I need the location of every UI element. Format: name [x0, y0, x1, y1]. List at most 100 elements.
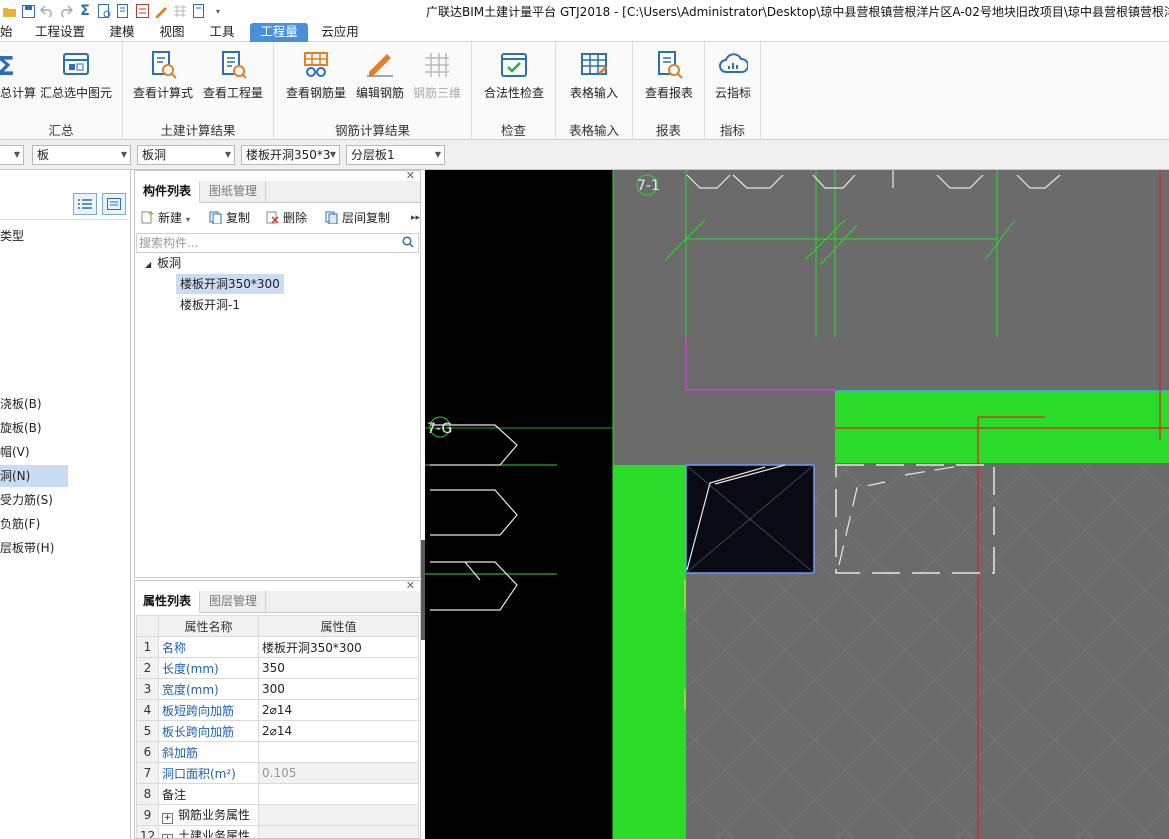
cad-drawing[interactable]: 7-1 7-G 350: [425, 170, 1169, 839]
report-icon[interactable]: [190, 2, 208, 20]
type-select[interactable]: 板洞 ▼: [137, 145, 235, 165]
menu-tools[interactable]: 工具: [204, 23, 240, 42]
nav-item-slab-strip[interactable]: 层板带(H): [0, 537, 131, 559]
tree-item[interactable]: 楼板开洞-1: [180, 295, 240, 315]
delete-button[interactable]: 删除: [266, 209, 307, 227]
rebar-3d-button[interactable]: 钢筋三维: [408, 48, 466, 110]
expand-icon[interactable]: +: [162, 813, 173, 824]
sum-icon: Σ: [0, 52, 15, 80]
menu-view[interactable]: 视图: [154, 23, 190, 42]
nav-item-spiral-slab[interactable]: 旋板(B): [0, 417, 131, 439]
prop-value[interactable]: 2⌀14: [258, 699, 419, 721]
prop-name: 名称: [158, 636, 259, 658]
undo-icon[interactable]: [38, 2, 56, 20]
summarize-selected-button[interactable]: 汇总选中图元: [36, 48, 116, 110]
floor-copy-icon: [325, 211, 338, 224]
search-icon[interactable]: [402, 236, 414, 248]
sum-icon[interactable]: Σ: [76, 2, 94, 20]
redo-icon[interactable]: [57, 2, 75, 20]
check-icon: [501, 53, 527, 77]
menu-cloud[interactable]: 云应用: [316, 23, 364, 42]
menu-project-settings[interactable]: 工程设置: [30, 23, 90, 42]
table-row[interactable]: 7 洞口面积(m²) 0.105: [136, 762, 419, 784]
collapse-icon[interactable]: ◢: [145, 260, 151, 269]
menu-start[interactable]: 始: [0, 23, 14, 42]
list-view-button[interactable]: [73, 193, 97, 215]
tree-view-button[interactable]: [102, 193, 126, 215]
copy-button[interactable]: 复制: [209, 209, 250, 227]
ribbon-group-rebar-results: 查看钢筋量 编辑钢筋 钢筋三维 钢筋计算结果: [274, 42, 472, 140]
nav-item-slab-hole[interactable]: 洞(N): [0, 465, 68, 487]
delete-label: 删除: [283, 211, 308, 225]
nav-item-column-cap[interactable]: 帽(V): [0, 441, 131, 463]
component-select[interactable]: 楼板开洞350*3 ▼: [241, 145, 340, 165]
open-folder-icon[interactable]: [0, 2, 18, 20]
prop-group[interactable]: + 土建业务属性: [158, 825, 259, 838]
nav-item-main-rebar[interactable]: 受力筋(S): [0, 489, 131, 511]
prop-value[interactable]: [258, 741, 419, 763]
prop-value[interactable]: [258, 783, 419, 805]
tree-root[interactable]: ◢ 板洞: [145, 253, 181, 273]
tab-layer-management[interactable]: 图层管理: [201, 591, 267, 613]
prop-value[interactable]: 楼板开洞350*300: [258, 636, 419, 658]
tree-item-selected[interactable]: 楼板开洞350*300: [176, 274, 284, 294]
prop-value[interactable]: 300: [258, 678, 419, 700]
more-button[interactable]: ▸▸: [411, 209, 420, 227]
total-calc-button[interactable]: Σ 总计算: [0, 48, 36, 110]
table-row[interactable]: 9 + 钢筋业务属性: [136, 804, 419, 826]
prop-name: 备注: [158, 783, 259, 805]
layer-select[interactable]: 分层板1 ▼: [346, 145, 445, 165]
table-row[interactable]: 6 斜加筋: [136, 741, 419, 763]
prop-group[interactable]: + 钢筋业务属性: [158, 804, 259, 826]
row-number: 2: [136, 657, 159, 679]
nav-item-negative-rebar[interactable]: 负筋(F): [0, 513, 131, 535]
chevron-down-icon[interactable]: ▾: [209, 2, 227, 20]
prop-value[interactable]: 2⌀14: [258, 720, 419, 742]
floor-select[interactable]: ▼: [0, 145, 24, 165]
group-label-report: 报表: [655, 123, 681, 138]
save-icon[interactable]: [19, 2, 37, 20]
nav-item-cast-slab[interactable]: 浇板(B): [0, 393, 131, 415]
menu-quantity[interactable]: 工程量: [250, 23, 308, 42]
search-input[interactable]: [137, 234, 397, 252]
ribbon: Σ 总计算 汇总选中图元 汇总 查看计算式 查看工程量 土建计算结果 查看钢筋量…: [0, 42, 1169, 140]
edit-rebar-button[interactable]: 编辑钢筋: [352, 48, 408, 110]
tab-drawing-management[interactable]: 图纸管理: [201, 181, 267, 203]
edit-rebar-icon[interactable]: [152, 2, 170, 20]
validity-check-button[interactable]: 合法性检查: [478, 48, 550, 110]
tab-component-list[interactable]: 构件列表: [135, 181, 201, 203]
drawing-canvas[interactable]: 7-1 7-G 350: [425, 170, 1169, 839]
view-formula-button[interactable]: 查看计算式: [129, 48, 197, 110]
view-report-button[interactable]: 查看报表: [637, 48, 701, 110]
new-button[interactable]: 新建 ▾: [141, 209, 190, 227]
group-label-check: 检查: [500, 123, 526, 138]
table-row[interactable]: 5 板长跨向加筋 2⌀14: [136, 720, 419, 742]
view-quantity-label: 查看工程量: [202, 86, 263, 100]
nav-item-type[interactable]: 类型: [0, 225, 131, 247]
table-row[interactable]: 8 备注: [136, 783, 419, 805]
expand-icon[interactable]: +: [162, 834, 173, 838]
prop-value[interactable]: 350: [258, 657, 419, 679]
table-input-button[interactable]: 表格输入: [560, 48, 628, 110]
menu-modeling[interactable]: 建模: [104, 23, 140, 42]
validity-check-label: 合法性检查: [483, 86, 544, 100]
table-row[interactable]: 4 板短跨向加筋 2⌀14: [136, 699, 419, 721]
view-rebar-button[interactable]: 查看钢筋量: [282, 48, 350, 110]
tab-property-list[interactable]: 属性列表: [135, 591, 201, 613]
floor-copy-button[interactable]: 层间复制: [325, 209, 390, 227]
rebar-3d-icon[interactable]: [171, 2, 189, 20]
delete-icon: [266, 211, 279, 224]
view-quantity-button[interactable]: 查看工程量: [199, 48, 267, 110]
table-row[interactable]: 12 + 土建业务属性: [136, 825, 419, 838]
cloud-index-button[interactable]: 云指标: [707, 48, 759, 110]
table-row[interactable]: 3 宽度(mm) 300: [136, 678, 419, 700]
category-select[interactable]: 板 ▼: [32, 145, 131, 165]
rebar-icon[interactable]: [133, 2, 151, 20]
view-formula-label: 查看计算式: [132, 86, 193, 100]
view-calc-icon[interactable]: [95, 2, 113, 20]
row-number: 5: [136, 720, 159, 742]
view-quantity-icon[interactable]: [114, 2, 132, 20]
table-row[interactable]: 1 名称 楼板开洞350*300: [136, 636, 419, 658]
table-row[interactable]: 2 长度(mm) 350: [136, 657, 419, 679]
group-label-civil-results: 土建计算结果: [160, 123, 236, 138]
